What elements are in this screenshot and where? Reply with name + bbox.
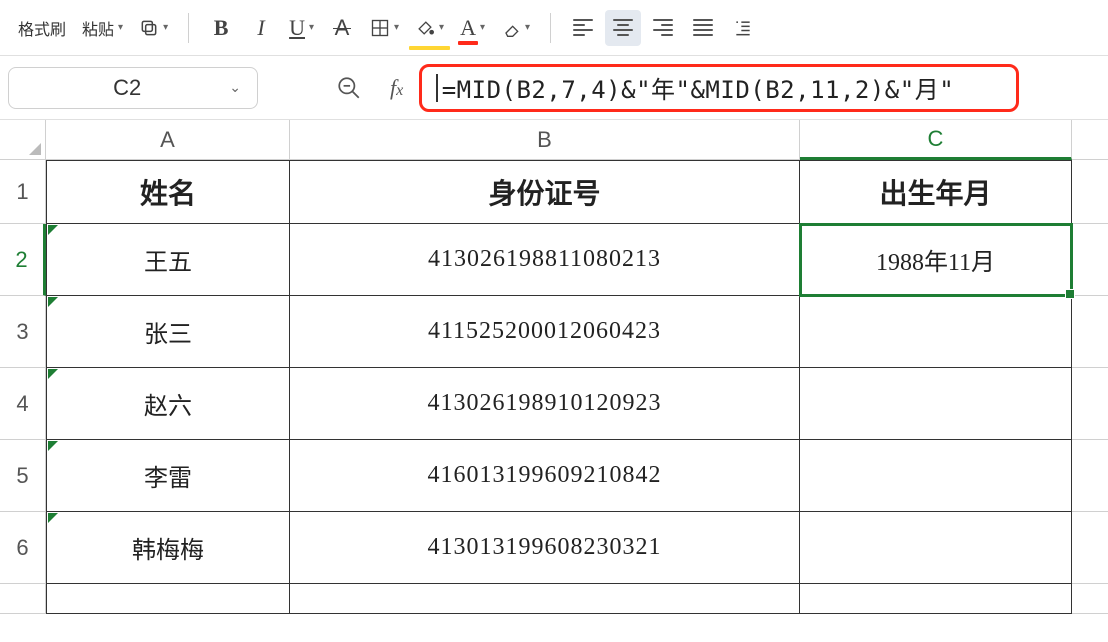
cell-a4[interactable]: 赵六: [46, 368, 290, 440]
paste-button[interactable]: 粘贴 ▾: [76, 10, 129, 46]
cell-a2[interactable]: 王五: [46, 224, 290, 296]
cell-d4[interactable]: [1072, 368, 1108, 440]
underline-button[interactable]: U ▾: [283, 10, 320, 46]
cell-c6[interactable]: [800, 512, 1072, 584]
name-box-value: C2: [25, 75, 229, 101]
cell-d3[interactable]: [1072, 296, 1108, 368]
divider: [550, 13, 551, 43]
toolbar: 格式刷 粘贴 ▾ ▾ B I U ▾ A ▾: [0, 0, 1108, 56]
chevron-down-icon: ▾: [439, 22, 444, 33]
formula-row: C2 ⌄ fx =MID(B2,7,4)&"年"&MID(B2,11,2)&"月…: [0, 56, 1108, 120]
fx-icon[interactable]: fx: [390, 75, 403, 101]
align-left-icon: [573, 19, 593, 36]
cell-c3[interactable]: [800, 296, 1072, 368]
bold-button[interactable]: B: [203, 10, 239, 46]
cell-a5[interactable]: 李雷: [46, 440, 290, 512]
font-color-swatch: [458, 41, 478, 45]
bold-icon: B: [214, 15, 229, 41]
cell-d2[interactable]: [1072, 224, 1108, 296]
cell-b6[interactable]: 413013199608230321: [290, 512, 800, 584]
zoom-out-button[interactable]: [328, 67, 370, 109]
cell-b4[interactable]: 413026198910120923: [290, 368, 800, 440]
align-right-icon: [653, 19, 673, 36]
row-header-2[interactable]: 2: [0, 224, 46, 296]
font-color-icon: A: [460, 15, 476, 41]
borders-button[interactable]: ▾: [364, 10, 405, 46]
cell-b1[interactable]: 身份证号: [290, 160, 800, 224]
cell-c5[interactable]: [800, 440, 1072, 512]
cell-b3[interactable]: 411525200012060423: [290, 296, 800, 368]
format-painter-label: 格式刷: [18, 16, 66, 40]
cell-a3[interactable]: 张三: [46, 296, 290, 368]
column-header-overflow[interactable]: [1072, 120, 1108, 160]
column-header-c[interactable]: C: [800, 120, 1072, 160]
strikethrough-button[interactable]: A: [324, 10, 360, 46]
cell-a1[interactable]: 姓名: [46, 160, 290, 224]
cell-b7[interactable]: [290, 584, 800, 614]
cell-b2[interactable]: 413026198811080213: [290, 224, 800, 296]
eraser-button[interactable]: ▾: [495, 10, 536, 46]
cell-d7[interactable]: [1072, 584, 1108, 614]
row-header-4[interactable]: 4: [0, 368, 46, 440]
font-color-button[interactable]: A ▾: [454, 10, 491, 46]
italic-icon: I: [257, 15, 264, 41]
chevron-down-icon: ▾: [525, 22, 530, 33]
paste-label: 粘贴: [82, 16, 114, 40]
cell-c1[interactable]: 出生年月: [800, 160, 1072, 224]
indent-icon: [733, 18, 753, 38]
copy-icon: [139, 18, 159, 38]
eraser-icon: [501, 18, 521, 38]
cell-d6[interactable]: [1072, 512, 1108, 584]
align-justify-button[interactable]: [685, 10, 721, 46]
divider: [188, 13, 189, 43]
row-header-5[interactable]: 5: [0, 440, 46, 512]
indent-button[interactable]: [725, 10, 761, 46]
chevron-down-icon: ▾: [309, 22, 314, 33]
column-header-a[interactable]: A: [46, 120, 290, 160]
chevron-down-icon: ▾: [480, 22, 485, 33]
paint-bucket-icon: [415, 18, 435, 38]
align-center-icon: [613, 19, 633, 36]
cell-c4[interactable]: [800, 368, 1072, 440]
cell-b5[interactable]: 416013199609210842: [290, 440, 800, 512]
copy-button[interactable]: ▾: [133, 10, 174, 46]
align-right-button[interactable]: [645, 10, 681, 46]
zoom-out-icon: [336, 75, 362, 101]
formula-bar[interactable]: =MID(B2,7,4)&"年"&MID(B2,11,2)&"月": [419, 64, 1019, 112]
chevron-down-icon: ⌄: [229, 79, 241, 96]
highlight-color-button[interactable]: ▾: [409, 10, 450, 46]
text-cursor: [436, 74, 438, 102]
underline-icon: U: [289, 15, 305, 41]
cell-d5[interactable]: [1072, 440, 1108, 512]
row-header-3[interactable]: 3: [0, 296, 46, 368]
cell-c7[interactable]: [800, 584, 1072, 614]
chevron-down-icon: ▾: [394, 22, 399, 33]
select-all-corner[interactable]: [0, 120, 46, 160]
borders-icon: [370, 18, 390, 38]
strikethrough-icon: A: [335, 15, 350, 41]
chevron-down-icon: ▾: [163, 22, 168, 33]
align-center-button[interactable]: [605, 10, 641, 46]
cell-a7[interactable]: [46, 584, 290, 614]
align-justify-icon: [693, 19, 713, 36]
italic-button[interactable]: I: [243, 10, 279, 46]
row-header-6[interactable]: 6: [0, 512, 46, 584]
chevron-down-icon: ▾: [118, 22, 123, 33]
row-header-7[interactable]: [0, 584, 46, 614]
cell-a6[interactable]: 韩梅梅: [46, 512, 290, 584]
sheet[interactable]: A B C 1 姓名 身份证号 出生年月 2 王五 41302619881108…: [0, 120, 1108, 642]
align-left-button[interactable]: [565, 10, 601, 46]
row-header-1[interactable]: 1: [0, 160, 46, 224]
column-header-b[interactable]: B: [290, 120, 800, 160]
highlight-color-swatch: [409, 46, 450, 50]
formula-bar-value: =MID(B2,7,4)&"年"&MID(B2,11,2)&"月": [442, 70, 954, 105]
format-painter-button[interactable]: 格式刷: [12, 10, 72, 46]
cell-c2[interactable]: 1988年11月: [800, 224, 1072, 296]
cell-d1[interactable]: [1072, 160, 1108, 224]
name-box[interactable]: C2 ⌄: [8, 67, 258, 109]
